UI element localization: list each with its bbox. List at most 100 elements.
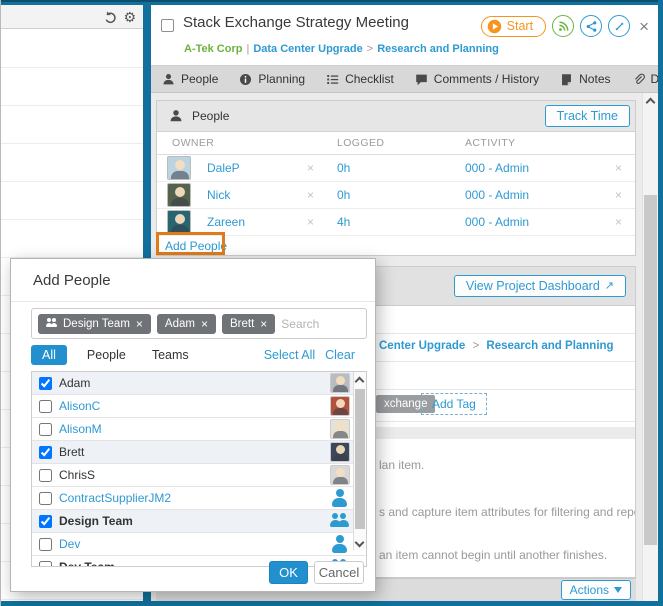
note-icon — [560, 73, 573, 86]
breadcrumb-org[interactable]: A-Tek Corp — [184, 43, 242, 55]
owner-link[interactable]: Zareen — [207, 215, 307, 229]
row-name[interactable]: AlisonC — [59, 399, 100, 413]
modal-list-row[interactable]: AlisonM — [32, 418, 366, 441]
window-border-bottom — [0, 601, 663, 606]
share-icon — [585, 20, 598, 33]
modal-list-row[interactable]: Adam — [32, 372, 366, 395]
tab-label: Comments / History — [434, 72, 539, 86]
activity-link[interactable]: 000 - Admin — [465, 188, 615, 202]
remove-owner-icon[interactable]: × — [307, 188, 337, 202]
actions-label: Actions — [570, 583, 609, 597]
people-row: Nick × 0h 000 - Admin × — [157, 182, 635, 209]
row-checkbox[interactable] — [39, 561, 52, 568]
remove-row-icon[interactable]: × — [615, 188, 636, 202]
add-people-link[interactable]: Add People — [165, 239, 227, 253]
filter-row: All People Teams Select All Clear — [31, 345, 355, 365]
remove-owner-icon[interactable]: × — [307, 161, 337, 175]
logged-link[interactable]: 0h — [337, 188, 465, 202]
scroll-up-icon[interactable] — [646, 98, 656, 108]
tab-planning[interactable]: Planning — [239, 72, 305, 86]
view-project-dashboard-button[interactable]: View Project Dashboard ↗ — [454, 275, 626, 297]
scroll-down-icon[interactable] — [355, 538, 365, 548]
search-input[interactable] — [281, 317, 360, 331]
row-checkbox[interactable] — [39, 423, 52, 436]
scrollbar-thumb[interactable] — [355, 389, 365, 529]
ok-button[interactable]: OK — [269, 561, 308, 584]
modal-list-row[interactable]: Dev — [32, 533, 366, 556]
tab-notes[interactable]: Notes — [560, 72, 610, 86]
modal-list-row[interactable]: ChrisS — [32, 464, 366, 487]
row-name[interactable]: ContractSupplierJM2 — [59, 491, 171, 505]
tab-label: Checklist — [345, 72, 394, 86]
actions-button[interactable]: Actions — [561, 580, 631, 600]
scroll-up-icon[interactable] — [355, 377, 365, 387]
row-checkbox[interactable] — [39, 515, 52, 528]
row-checkbox[interactable] — [39, 538, 52, 551]
breadcrumb-project[interactable]: Center Upgrade — [379, 340, 465, 352]
feed-button[interactable] — [552, 15, 574, 37]
row-checkbox[interactable] — [39, 446, 52, 459]
scrollbar-thumb[interactable] — [644, 195, 657, 545]
remove-owner-icon[interactable]: × — [307, 215, 337, 229]
row-name[interactable]: Brett — [59, 445, 84, 459]
select-all-link[interactable]: Select All — [264, 348, 315, 362]
breadcrumb-phase[interactable]: Research and Planning — [377, 43, 499, 55]
tab-label: Notes — [579, 72, 610, 86]
tab-people[interactable]: People — [162, 72, 218, 86]
breadcrumb-project[interactable]: Data Center Upgrade — [253, 43, 362, 55]
row-checkbox[interactable] — [39, 492, 52, 505]
row-name[interactable]: Dev — [59, 537, 80, 551]
track-time-button[interactable]: Track Time — [545, 105, 630, 127]
rss-icon — [557, 20, 570, 33]
start-button[interactable]: Start — [481, 16, 546, 37]
breadcrumb-phase[interactable]: Research and Planning — [486, 340, 613, 352]
remove-tag-icon[interactable]: × — [260, 317, 267, 331]
modal-filter-tab[interactable]: All — [31, 345, 67, 365]
row-checkbox[interactable] — [39, 377, 52, 390]
row-name[interactable]: Design Team — [59, 514, 133, 528]
logged-link[interactable]: 0h — [337, 161, 465, 175]
row-name[interactable]: AlisonM — [59, 422, 102, 436]
item-checkbox[interactable] — [161, 19, 174, 32]
row-name[interactable]: Adam — [59, 376, 90, 390]
logged-link[interactable]: 4h — [337, 215, 465, 229]
owner-link[interactable]: DaleP — [207, 161, 307, 175]
list-scrollbar[interactable] — [353, 372, 366, 550]
gear-icon[interactable]: ⚙ — [123, 10, 136, 24]
modal-filter-tab[interactable]: Teams — [152, 345, 189, 365]
tag-label: Design Team — [63, 318, 130, 330]
row-name[interactable]: ChrisS — [59, 468, 95, 482]
header-actions: Start × — [481, 15, 649, 37]
modal-filter-tab[interactable]: People — [87, 345, 126, 365]
row-checkbox[interactable] — [39, 469, 52, 482]
activity-link[interactable]: 000 - Admin — [465, 215, 615, 229]
share-button[interactable] — [580, 15, 602, 37]
clear-link[interactable]: Clear — [325, 348, 355, 362]
dialog-header: Stack Exchange Strategy Meeting A-Tek Co… — [151, 5, 658, 65]
activity-link[interactable]: 000 - Admin — [465, 161, 615, 175]
close-icon[interactable]: × — [639, 18, 649, 35]
tab-comments-history[interactable]: Comments / History — [415, 72, 539, 86]
modal-list-row[interactable]: Design Team — [32, 510, 366, 533]
row-name[interactable]: Dev Team — [59, 560, 115, 567]
modal-list-row[interactable]: AlisonC — [32, 395, 366, 418]
row-checkbox[interactable] — [39, 400, 52, 413]
undo-icon[interactable] — [103, 10, 117, 24]
tab-bar: People Planning Checklist Comments / His… — [151, 65, 658, 93]
help-text-fragment: lan item. — [379, 458, 424, 472]
selected-tags-input[interactable]: Design Team × Adam × Brett × — [31, 308, 367, 339]
people-panel: People Track Time OWNER LOGGED ACTIVITY … — [156, 100, 636, 256]
cancel-button[interactable]: Cancel — [314, 561, 364, 584]
expand-button[interactable] — [608, 15, 630, 37]
owner-link[interactable]: Nick — [207, 188, 307, 202]
remove-tag-icon[interactable]: × — [136, 317, 143, 331]
modal-list-row[interactable]: Brett — [32, 441, 366, 464]
remove-row-icon[interactable]: × — [615, 161, 636, 175]
add-tag-button[interactable]: Add Tag — [421, 393, 487, 415]
remove-row-icon[interactable]: × — [615, 215, 636, 229]
remove-tag-icon[interactable]: × — [201, 317, 208, 331]
tab-checklist[interactable]: Checklist — [326, 72, 394, 86]
main-scrollbar[interactable] — [642, 93, 658, 601]
modal-list-row[interactable]: ContractSupplierJM2 — [32, 487, 366, 510]
avatar — [330, 511, 350, 531]
